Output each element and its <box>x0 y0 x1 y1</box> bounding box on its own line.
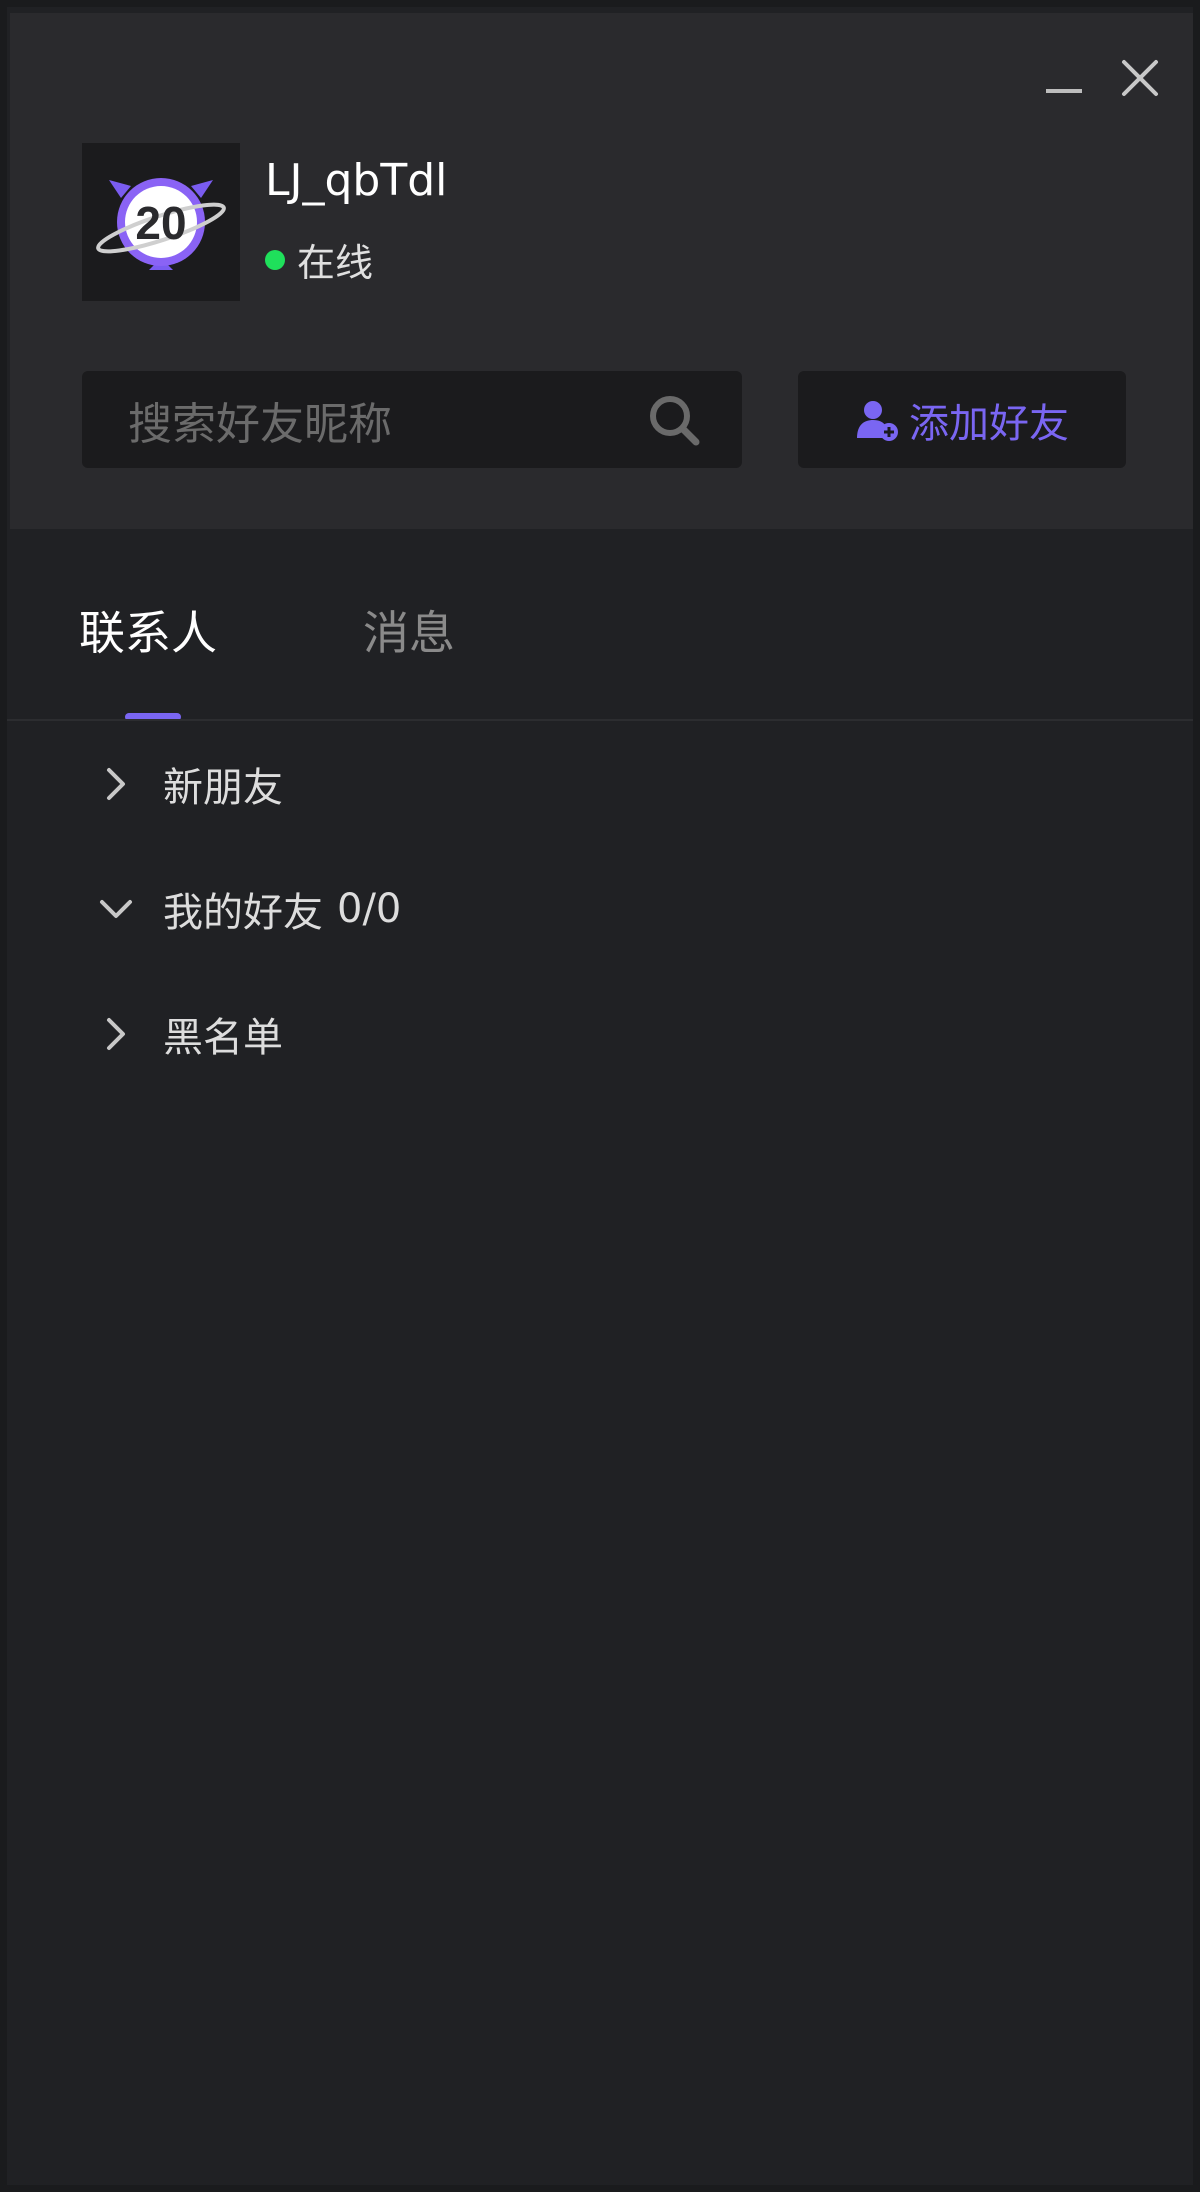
profile-header: 20 LJ_qbTdl 在线 搜索好友昵称 添加好友 <box>10 13 1193 529</box>
group-new-friends[interactable]: 新朋友 <box>7 721 1193 846</box>
tab-messages[interactable]: 消息 <box>363 597 455 663</box>
group-my-friends[interactable]: 我的好友 0/0 <box>7 846 1193 971</box>
avatar-logo: 20 <box>96 178 226 270</box>
add-friend-button[interactable]: 添加好友 <box>798 371 1126 468</box>
window-controls <box>1041 55 1163 101</box>
status-dot-icon <box>265 249 285 270</box>
group-blacklist[interactable]: 黑名单 <box>7 971 1193 1096</box>
tab-contacts[interactable]: 联系人 <box>79 597 217 663</box>
chevron-right-icon <box>99 767 133 801</box>
group-label: 新朋友 <box>163 764 283 811</box>
contacts-window: 20 LJ_qbTdl 在线 搜索好友昵称 添加好友 联系人 消息 新朋友 我的… <box>0 0 1200 2192</box>
tab-bar: 联系人 消息 <box>7 529 1193 721</box>
group-label: 黑名单 <box>163 1014 283 1061</box>
group-label: 我的好友 <box>163 889 323 936</box>
search-icon[interactable] <box>646 392 702 448</box>
contact-groups: 新朋友 我的好友 0/0 黑名单 <box>7 721 1193 1096</box>
add-user-icon <box>857 400 898 441</box>
status-label: 在线 <box>297 241 374 285</box>
svg-text:20: 20 <box>135 197 186 249</box>
close-button[interactable] <box>1117 55 1163 101</box>
minimize-button[interactable] <box>1041 55 1087 101</box>
minimize-icon <box>1046 89 1082 93</box>
online-status: 在线 <box>265 232 373 287</box>
username: LJ_qbTdl <box>265 155 448 206</box>
avatar[interactable]: 20 <box>82 143 240 301</box>
add-friend-label: 添加好友 <box>909 400 1069 447</box>
chevron-down-icon <box>99 892 133 926</box>
group-count: 0/0 <box>337 885 402 932</box>
close-icon <box>1122 60 1158 96</box>
search-placeholder: 搜索好友昵称 <box>128 398 392 450</box>
chevron-right-icon <box>99 1017 133 1051</box>
search-input[interactable]: 搜索好友昵称 <box>82 371 742 468</box>
